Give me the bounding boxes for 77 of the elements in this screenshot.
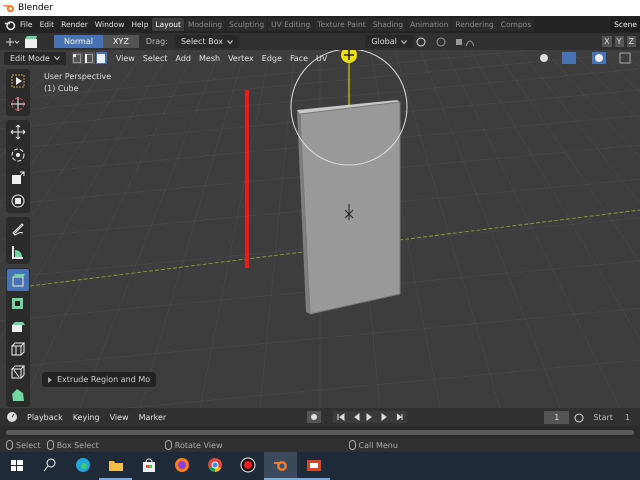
playback-controls[interactable] — [306, 411, 407, 423]
view-label: User Perspective — [44, 71, 112, 83]
blender-logo-icon[interactable] — [4, 18, 16, 30]
polygon-icon — [10, 387, 26, 403]
mouse-icon — [348, 440, 356, 450]
browser-icon[interactable] — [206, 457, 222, 473]
menu-item[interactable]: Select — [140, 54, 171, 62]
menu-item[interactable]: Marker — [136, 412, 170, 422]
timeline-scrollbar[interactable] — [6, 430, 634, 434]
blender-logo-icon — [3, 3, 15, 13]
presentation-icon[interactable] — [306, 457, 322, 473]
cube-icon — [10, 341, 26, 357]
stopwatch-icon[interactable] — [573, 411, 586, 423]
menu-item[interactable]: Face — [286, 54, 312, 62]
status-hint: Rotate View — [174, 440, 222, 450]
cube-icon — [10, 364, 26, 380]
menu-item[interactable]: UV — [313, 54, 330, 62]
drag-dropdown[interactable]: Select Box — [174, 35, 240, 48]
menu-item[interactable]: View — [106, 412, 132, 422]
vertex-select-toggle[interactable] — [72, 52, 83, 64]
face-icon — [97, 54, 106, 62]
start-frame-value: 1 — [624, 412, 632, 422]
caret-icon — [54, 56, 60, 60]
menu-item[interactable]: Keying — [70, 412, 103, 422]
record-icon[interactable] — [240, 457, 256, 473]
mouse-icon — [164, 440, 172, 450]
edge-icon — [85, 54, 94, 62]
drag-label: Drag: — [144, 37, 169, 46]
caret-icon — [227, 40, 234, 44]
current-frame-field[interactable]: 1 — [544, 410, 570, 424]
rotate-icon — [10, 147, 26, 163]
axis-toggle[interactable]: Z — [626, 36, 636, 47]
search-icon[interactable] — [42, 457, 58, 473]
menu-item[interactable]: Edge — [258, 54, 285, 62]
browser-icon[interactable] — [74, 457, 90, 473]
menu-item[interactable]: View — [112, 54, 138, 62]
clock-icon[interactable] — [6, 411, 20, 423]
edge-select-toggle[interactable] — [84, 52, 95, 64]
transform-icon — [10, 193, 26, 209]
orientation-dropdown[interactable]: Global — [365, 35, 413, 48]
start-label: Start — [592, 412, 614, 422]
origin-gizmo — [344, 204, 354, 220]
shopping-bag-icon[interactable] — [140, 457, 156, 473]
mouse-icon — [46, 440, 54, 450]
mode-dropdown[interactable]: Edit Mode — [4, 52, 66, 64]
cube-icon[interactable] — [23, 34, 39, 48]
menu-item[interactable]: Add — [172, 54, 194, 62]
object-label: (1) Cube — [44, 83, 80, 95]
face-select-toggle[interactable] — [96, 52, 107, 64]
menu-item[interactable]: Mesh — [196, 54, 224, 62]
cube-icon — [10, 272, 26, 288]
axis-toggle[interactable]: Y — [614, 36, 624, 47]
pen-icon — [10, 221, 26, 237]
orientation-toggle[interactable]: XYZ — [102, 35, 139, 48]
move-arrows-icon — [10, 124, 26, 140]
axis-toggle[interactable]: X — [602, 36, 612, 47]
extrude-handle[interactable] — [341, 50, 357, 106]
cube-icon — [10, 295, 26, 311]
status-hint: Select — [16, 440, 41, 450]
status-hint: Box Select — [56, 440, 99, 450]
operator-panel[interactable]: Extrude Region and Mo — [42, 372, 156, 387]
caret-icon — [400, 40, 407, 44]
mouse-icon — [6, 440, 13, 450]
ruler-icon — [10, 244, 26, 260]
select-box-icon — [10, 73, 26, 89]
menu-item[interactable]: Vertex — [225, 54, 257, 62]
status-hint: Call Menu — [358, 440, 398, 450]
orientation-toggle[interactable]: Normal — [54, 35, 103, 48]
crosshair-circle-icon — [10, 96, 26, 112]
vertex-icon — [73, 54, 82, 62]
menu-item[interactable]: Playback — [24, 412, 66, 422]
window-title: Blender — [18, 3, 53, 13]
transform-pivot-icon[interactable] — [4, 36, 20, 48]
scale-icon — [10, 170, 26, 186]
snapping-toolbar-icon[interactable] — [416, 36, 476, 48]
expand-triangle-icon — [48, 376, 52, 382]
windows-logo-icon[interactable] — [8, 457, 24, 473]
